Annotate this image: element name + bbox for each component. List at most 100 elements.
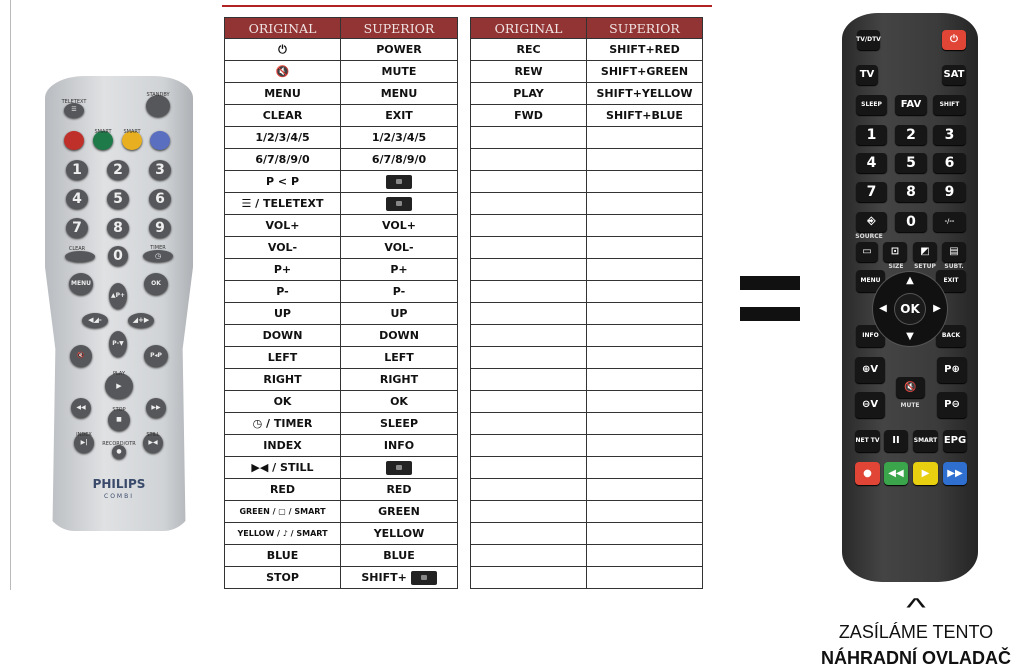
digit-7[interactable]: 7 xyxy=(66,218,88,238)
digit-2[interactable]: 2 xyxy=(895,125,927,145)
table-row-empty xyxy=(470,566,703,589)
setup-button[interactable]: ◩ xyxy=(913,242,937,262)
power-button[interactable]: ⏻ xyxy=(942,30,966,50)
record-button[interactable]: ● xyxy=(855,462,880,485)
digit-1[interactable]: 1 xyxy=(856,125,887,145)
original-cell: MENU xyxy=(224,82,341,105)
setup-label: SETUP xyxy=(914,263,936,270)
standby-button[interactable] xyxy=(146,95,170,117)
digit-2[interactable]: 2 xyxy=(107,160,129,180)
net-tv-button[interactable]: NET TV xyxy=(855,430,880,452)
ok-button[interactable]: OK xyxy=(144,273,168,295)
epg-button[interactable]: EPG xyxy=(943,430,967,452)
rewind-button[interactable]: ◀◀ xyxy=(71,398,91,418)
cell-text: ◷ / TIMER xyxy=(252,417,313,430)
digit-5[interactable]: 5 xyxy=(895,153,927,173)
digit-3[interactable]: 3 xyxy=(933,125,966,145)
empty-cell xyxy=(470,192,587,215)
table-row-empty xyxy=(470,478,703,501)
digit-8[interactable]: 8 xyxy=(107,218,129,238)
source-button[interactable]: ⎆ xyxy=(856,212,887,232)
sat-button[interactable]: SAT xyxy=(942,65,966,85)
sleep-button[interactable]: SLEEP xyxy=(856,95,887,115)
cell-text: UP xyxy=(390,307,408,320)
empty-cell xyxy=(586,148,703,171)
dash-button[interactable]: -/-- xyxy=(933,212,966,232)
digit-6[interactable]: 6 xyxy=(149,189,171,209)
digit-3[interactable]: 3 xyxy=(149,160,171,180)
up-button[interactable]: ▲ xyxy=(903,275,917,287)
smart-button[interactable]: SMART xyxy=(913,430,938,452)
source-label: SOURCE xyxy=(855,233,883,240)
menu-button[interactable]: MENU xyxy=(69,273,93,295)
digit-5[interactable]: 5 xyxy=(107,189,129,209)
empty-cell xyxy=(470,478,587,501)
cell-text: LEFT xyxy=(267,351,298,364)
volume-down-button[interactable]: ◀◢- xyxy=(82,312,108,328)
tv-button[interactable]: TV xyxy=(856,65,878,85)
digit-9[interactable]: 9 xyxy=(149,218,171,238)
cell-text: 1/2/3/4/5 xyxy=(371,131,427,144)
digit-8[interactable]: 8 xyxy=(895,182,927,202)
digit-0[interactable]: 0 xyxy=(108,246,128,266)
ok-button[interactable]: OK xyxy=(895,294,925,324)
digit-9[interactable]: 9 xyxy=(933,182,966,202)
subtitle-button[interactable]: ▤ xyxy=(942,242,966,262)
original-cell: FWD xyxy=(470,104,587,127)
mute-button[interactable]: 🔇 xyxy=(896,377,925,398)
superior-cell: SHIFT+YELLOW xyxy=(586,82,703,105)
cell-text: INDEX xyxy=(263,439,302,452)
shift-button[interactable]: SHIFT xyxy=(933,95,966,115)
superior-cell xyxy=(340,456,458,479)
record-label: RECORD/OTR xyxy=(102,441,136,447)
timer-button[interactable]: ◷ xyxy=(143,250,173,262)
program-up-button[interactable]: ▲P+ xyxy=(109,283,127,309)
mute-button[interactable]: 🔇 xyxy=(70,345,92,367)
left-button[interactable]: ◀ xyxy=(877,302,889,316)
pause-button[interactable]: II xyxy=(884,430,908,452)
rewind-button[interactable]: ◀◀ xyxy=(884,462,908,485)
clear-button[interactable] xyxy=(65,250,95,262)
record-button[interactable]: ● xyxy=(112,445,126,459)
mapping-table-left: ORIGINAL SUPERIOR ⏻ POWER 🔇 MUTE MENU MENU CLEA… xyxy=(224,17,458,589)
cell-text: EXIT xyxy=(385,109,413,122)
superior-cell: INFO xyxy=(340,434,458,457)
volume-up-button[interactable]: ⊕V xyxy=(855,357,885,383)
volume-up-button[interactable]: ◢+▶ xyxy=(128,312,154,328)
play-button[interactable]: ▶ xyxy=(913,462,938,485)
size-button[interactable]: ⊡ xyxy=(883,242,907,262)
cell-text: INFO xyxy=(383,439,415,452)
table-row: CLEAR EXIT xyxy=(224,104,458,127)
table-row: FWD SHIFT+BLUE xyxy=(470,104,703,127)
digit-6[interactable]: 6 xyxy=(933,153,966,173)
empty-cell xyxy=(586,522,703,545)
digit-4[interactable]: 4 xyxy=(856,153,887,173)
right-button[interactable]: ▶ xyxy=(931,302,943,316)
table-row-empty xyxy=(470,302,703,325)
red-button[interactable] xyxy=(64,130,84,150)
digit-0[interactable]: 0 xyxy=(895,212,927,232)
volume-down-button[interactable]: ⊖V xyxy=(855,392,885,418)
empty-cell xyxy=(586,280,703,303)
table-row-empty xyxy=(470,236,703,259)
superior-remote: TV/DTV ⏻ TV SAT SLEEP FAV SHIFT 1 2 3 4 5 6 7 8 9 ⎆ 0 -/--… xyxy=(842,13,978,582)
pip-button[interactable]: P◂P xyxy=(144,345,168,367)
tv-mode-button[interactable]: ▭ xyxy=(856,242,878,262)
program-down-button[interactable]: P⊖ xyxy=(937,392,967,418)
blue-button[interactable] xyxy=(150,130,170,150)
forward-button[interactable]: ▶▶ xyxy=(943,462,967,485)
down-button[interactable]: ▼ xyxy=(903,331,917,343)
digit-4[interactable]: 4 xyxy=(66,189,88,209)
table-row-empty xyxy=(470,148,703,171)
empty-cell xyxy=(470,258,587,281)
tv-dtv-button[interactable]: TV/DTV xyxy=(856,30,881,50)
superior-cell: POWER xyxy=(340,38,458,61)
digit-1[interactable]: 1 xyxy=(66,160,88,180)
program-down-button[interactable]: P-▼ xyxy=(109,331,127,357)
program-up-button[interactable]: P⊕ xyxy=(937,357,967,383)
cell-text: P- xyxy=(392,285,406,298)
fav-button[interactable]: FAV xyxy=(895,95,927,115)
forward-button[interactable]: ▶▶ xyxy=(146,398,166,418)
digit-7[interactable]: 7 xyxy=(856,182,887,202)
original-cell: DOWN xyxy=(224,324,341,347)
